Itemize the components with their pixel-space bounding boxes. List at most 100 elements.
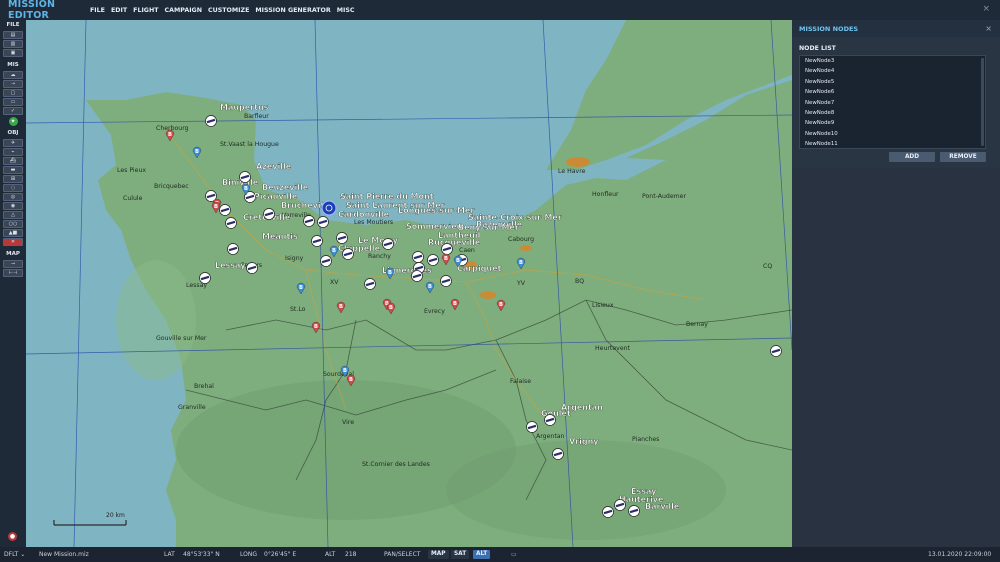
airfield-label[interactable]: Beuzeville	[262, 183, 309, 192]
altitude-view-button[interactable]: ALT	[473, 550, 491, 559]
menu-edit[interactable]: EDIT	[111, 7, 127, 14]
file-open-icon[interactable]: ▥	[3, 40, 23, 48]
measure-icon[interactable]: ⊸	[3, 260, 23, 268]
helicopter-group-icon[interactable]: ⌁	[3, 148, 23, 156]
airfield-label[interactable]: Cardonville	[338, 210, 390, 219]
node-list-item[interactable]: NewNode6	[800, 87, 985, 97]
airfield-label[interactable]: Barville	[645, 502, 680, 511]
menu-flight[interactable]: FLIGHT	[133, 7, 158, 14]
airfield-label[interactable]: Lessay	[215, 261, 247, 270]
record-icon[interactable]: ●	[8, 532, 17, 541]
file-new-icon[interactable]: ▤	[3, 31, 23, 39]
map-city-label: Argentan	[536, 433, 565, 440]
airfield-label[interactable]: Picauville	[254, 192, 298, 201]
airfield-icon[interactable]	[342, 248, 354, 260]
airfield-icon[interactable]	[440, 275, 452, 287]
airfield-label[interactable]: Maupertus	[220, 103, 269, 112]
static-object-icon[interactable]: ⊞	[3, 175, 23, 183]
file-save-icon[interactable]: ▣	[3, 49, 23, 57]
airfield-icon[interactable]	[303, 215, 315, 227]
airfield-label[interactable]: Rucqueville	[428, 238, 481, 247]
map-view-button[interactable]: MAP	[428, 550, 449, 559]
airfield-icon[interactable]	[770, 345, 782, 357]
airfield-label[interactable]: Longues-sur-Mer	[398, 206, 475, 215]
toolbar-section-mis: MIS	[7, 62, 19, 68]
vehicle-group-icon[interactable]: ▬	[3, 166, 23, 174]
menu-customize[interactable]: CUSTOMIZE	[208, 7, 249, 14]
menu-mission-generator[interactable]: MISSION GENERATOR	[255, 7, 330, 14]
triggers-icon[interactable]: ▢	[3, 89, 23, 97]
ship-group-icon[interactable]: ⛴	[3, 157, 23, 165]
airfield-icon[interactable]	[227, 243, 239, 255]
panel-close-icon[interactable]: ×	[985, 24, 992, 33]
airfield-icon[interactable]	[246, 262, 258, 274]
selected-node-marker[interactable]	[321, 200, 337, 216]
map-view[interactable]: Barfleur Cherbourg St.Vaast la Hougue Les P…	[26, 20, 792, 547]
node-list[interactable]: NewNode3 NewNode4 NewNode5 NewNode6 NewN…	[799, 55, 986, 149]
airfield-icon[interactable]	[382, 238, 394, 250]
shape-icon[interactable]: △	[3, 211, 23, 219]
shapes-icon[interactable]: ▲■	[3, 229, 23, 237]
airfield-icon[interactable]	[311, 235, 323, 247]
map-city-label: Bernay	[686, 321, 708, 328]
airfield-icon[interactable]	[552, 448, 564, 460]
airfield-icon[interactable]	[411, 270, 423, 282]
airfield-icon[interactable]	[199, 272, 211, 284]
node-list-item[interactable]: NewNode3	[800, 56, 985, 66]
menu-file[interactable]: FILE	[90, 7, 105, 14]
ruler-icon[interactable]: ⊢⊣	[3, 269, 23, 277]
map-city-label: St.Cornier des Landes	[362, 461, 430, 468]
multi-icon[interactable]: ○○	[3, 220, 23, 228]
menu-misc[interactable]: MISC	[337, 7, 355, 14]
airfield-icon[interactable]	[614, 499, 626, 511]
airfield-icon[interactable]	[602, 506, 614, 518]
node-list-item[interactable]: NewNode8	[800, 108, 985, 118]
add-node-button[interactable]: ADD	[889, 152, 935, 162]
satellite-view-button[interactable]: SAT	[451, 550, 470, 559]
check-icon[interactable]: ✓	[3, 107, 23, 115]
menu-campaign[interactable]: CAMPAIGN	[165, 7, 202, 14]
air-group-icon[interactable]: ✈	[3, 139, 23, 147]
airfield-icon[interactable]	[263, 208, 275, 220]
airfield-icon[interactable]	[544, 414, 556, 426]
airfield-label[interactable]: Meautis	[262, 232, 298, 241]
airfield-icon[interactable]	[412, 251, 424, 263]
airfield-icon[interactable]	[205, 115, 217, 127]
delete-icon[interactable]: ✕	[3, 238, 23, 246]
airfield-icon[interactable]	[628, 505, 640, 517]
airfield-label[interactable]: Saint Pierre du Mont	[340, 192, 434, 201]
node-list-item[interactable]: NewNode4	[800, 66, 985, 76]
close-icon[interactable]: ×	[982, 4, 990, 14]
zone-icon[interactable]: ◌	[3, 184, 23, 192]
airfield-icon[interactable]	[441, 243, 453, 255]
airfield-icon[interactable]	[526, 421, 538, 433]
airfield-label[interactable]: Sommervieu	[406, 222, 463, 231]
route-icon[interactable]: ⇢	[3, 80, 23, 88]
airfield-icon[interactable]	[317, 216, 329, 228]
airfield-label[interactable]: Azeville	[256, 162, 292, 171]
node-list-scrollbar[interactable]	[981, 58, 984, 146]
profile-select[interactable]: DFLT ⌄	[4, 551, 25, 558]
airfield-icon[interactable]	[427, 254, 439, 266]
node-list-item[interactable]: NewNode7	[800, 98, 985, 108]
airfield-icon[interactable]	[320, 255, 332, 267]
screenshot-icon[interactable]: ▭	[511, 551, 517, 558]
target-icon[interactable]: ◎	[3, 193, 23, 201]
airfield-icon[interactable]	[364, 278, 376, 290]
node-list-item[interactable]: NewNode5	[800, 77, 985, 87]
map-canvas[interactable]: BarfleurCherbourgSt.Vaast la HougueLes P…	[26, 20, 792, 547]
node-list-item[interactable]: NewNode11	[800, 139, 985, 148]
node-list-item[interactable]: NewNode9	[800, 118, 985, 128]
airfield-icon[interactable]	[219, 204, 231, 216]
nav-point-icon[interactable]: ◉	[3, 202, 23, 210]
remove-node-button[interactable]: REMOVE	[940, 152, 986, 162]
weather-icon[interactable]: ☁	[3, 71, 23, 79]
airfield-icon[interactable]	[239, 171, 251, 183]
node-list-item[interactable]: NewNode10	[800, 129, 985, 139]
airfield-label[interactable]: Vrigny	[569, 437, 600, 446]
svg-text:B: B	[456, 258, 460, 264]
briefing-icon[interactable]: ▭	[3, 98, 23, 106]
airfield-icon[interactable]	[336, 232, 348, 244]
airfield-icon[interactable]	[225, 217, 237, 229]
globe-icon[interactable]: ✦	[8, 117, 18, 126]
